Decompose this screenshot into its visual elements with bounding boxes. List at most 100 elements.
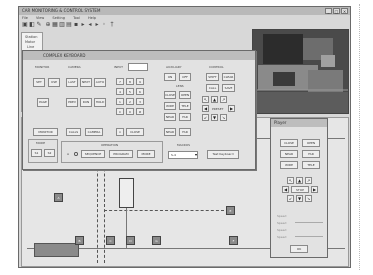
player-near-button[interactable]: NEAR [280,150,298,158]
open-icon[interactable]: ◧ [29,22,35,28]
more-button[interactable]: MORE [137,150,155,158]
next-icon[interactable]: ▸ [94,22,100,28]
monitor-button[interactable]: MONITOR [33,128,58,136]
ptz-down-left-icon[interactable]: ↙ [202,114,209,121]
key-1[interactable]: 1 [116,98,124,105]
player-open-button[interactable]: OPEN [302,139,320,147]
far-button[interactable]: FAR [179,113,191,121]
player-up-right-icon[interactable]: ↗ [305,177,312,184]
radio-button[interactable] [74,152,78,156]
camera-last-button[interactable]: LAST [66,78,78,87]
macro-select[interactable]: S-4 [168,151,198,159]
camera-next-button[interactable]: NEXT [80,78,92,87]
save-button[interactable]: SAVE [222,84,235,92]
grid-icon[interactable]: ▦ [52,22,58,28]
menu-setting[interactable]: Setting [52,16,65,20]
stop-icon[interactable]: ◦ [101,22,107,28]
maximize-button[interactable]: □ [333,8,340,14]
player-stop-button[interactable]: STOP [291,186,309,193]
monitor-use-button[interactable]: USE [48,78,60,87]
open-button[interactable]: OPEN [179,91,191,99]
close-button[interactable]: × [341,8,348,14]
tele-button[interactable]: TELE [179,102,191,110]
key-8[interactable]: 8 [126,78,134,85]
near-button[interactable]: NEAR [164,113,176,121]
player-tele-button[interactable]: TELE [302,161,320,169]
print-icon[interactable]: ▤ [66,22,72,28]
player-close-button[interactable]: CLOSE [280,139,298,147]
device-marker[interactable]: E [226,206,235,215]
edit-icon[interactable]: ✎ [36,22,42,28]
camera-auto-button[interactable]: AUTO [94,78,106,87]
input-field[interactable] [128,63,148,71]
sequence-button[interactable]: SEQUENCE [81,150,105,158]
clear-button[interactable]: CLEAR [222,73,235,81]
player-up-icon[interactable]: ▲ [296,177,303,184]
ok-button[interactable]: OK [290,245,308,253]
key-6[interactable]: 6 [136,88,144,95]
device-marker[interactable]: B [75,236,84,245]
zoom-icon[interactable]: ⊕ [45,22,51,28]
camera-button[interactable]: CAMERA [85,128,103,136]
far-key-button[interactable]: FAR [179,128,191,136]
player-far-button[interactable]: FAR [302,150,320,158]
player-down-left-icon[interactable]: ↙ [287,195,294,202]
ptz-right-icon[interactable]: ▶ [228,105,235,112]
ptz-up-icon[interactable]: ▲ [211,96,218,103]
key-4[interactable]: 4 [116,88,124,95]
key-9[interactable]: 9 [136,78,144,85]
player-right-icon[interactable]: ▶ [311,186,318,193]
camera-icon[interactable]: ▪ [73,22,79,28]
page-button[interactable]: PAGE [37,98,49,107]
ptz-up-right-icon[interactable]: ↗ [220,96,227,103]
key-hash[interactable]: # [136,108,144,115]
call-button[interactable]: CALL [206,84,219,92]
menu-tool[interactable]: Tool [73,16,80,20]
ptz-down-right-icon[interactable]: ↘ [220,114,227,121]
player-down-icon[interactable]: ▼ [296,195,303,202]
chevron-down-icon[interactable]: ▾ [195,152,197,157]
player-left-icon[interactable]: ◀ [282,186,289,193]
player-wide-button[interactable]: WIDE [280,161,298,169]
chart-icon[interactable]: ▥ [59,22,65,28]
menu-file[interactable]: File [22,16,28,20]
device-marker[interactable]: F [229,236,238,245]
near-key-button[interactable]: NEAR [164,128,176,136]
aux-off-button[interactable]: OFF [179,73,191,81]
ptz-left-icon[interactable]: ◀ [202,105,209,112]
key-3[interactable]: 3 [136,98,144,105]
monitor-set-button[interactable]: SET [33,78,45,87]
test-keyboard-button[interactable]: Test Keyboard [207,150,239,159]
run-button[interactable]: RUN [80,98,92,107]
prev-button[interactable]: PREV [66,98,78,107]
help-icon[interactable]: † [109,22,115,28]
device-marker[interactable]: A [54,193,63,202]
key-7[interactable]: 7 [116,78,124,85]
player-up-left-icon[interactable]: ↖ [287,177,294,184]
shift-button[interactable]: SHIFT [206,73,219,81]
menu-help[interactable]: Help [88,16,96,20]
close-key-button[interactable]: CLOSE [126,128,144,136]
key-0[interactable]: 0 [126,108,134,115]
prev-icon[interactable]: ◂ [87,22,93,28]
ptz-down-icon[interactable]: ▼ [211,114,218,121]
calls-button[interactable]: CALLS [66,128,81,136]
key-5[interactable]: 5 [126,88,134,95]
device-marker[interactable]: G [152,236,161,245]
key-2[interactable]: 2 [126,98,134,105]
slider-track[interactable] [295,222,323,223]
mode-s2-button[interactable]: S2 [44,149,55,157]
close-button[interactable]: CLOSE [164,91,176,99]
key-x[interactable]: × [116,128,124,136]
tree-item-line[interactable]: Line [22,44,42,49]
device-marker[interactable]: D [126,236,135,245]
play-icon[interactable]: ▸ [80,22,86,28]
hold-button[interactable]: HOLD [94,98,106,107]
key-c[interactable]: C [116,108,124,115]
mode-s1-button[interactable]: S1 [31,149,42,157]
wide-button[interactable]: WIDE [164,102,176,110]
minimize-button[interactable]: _ [325,8,332,14]
player-down-right-icon[interactable]: ↘ [305,195,312,202]
save-icon[interactable]: ▣ [22,22,28,28]
program-button[interactable]: PROGRAM [109,150,133,158]
